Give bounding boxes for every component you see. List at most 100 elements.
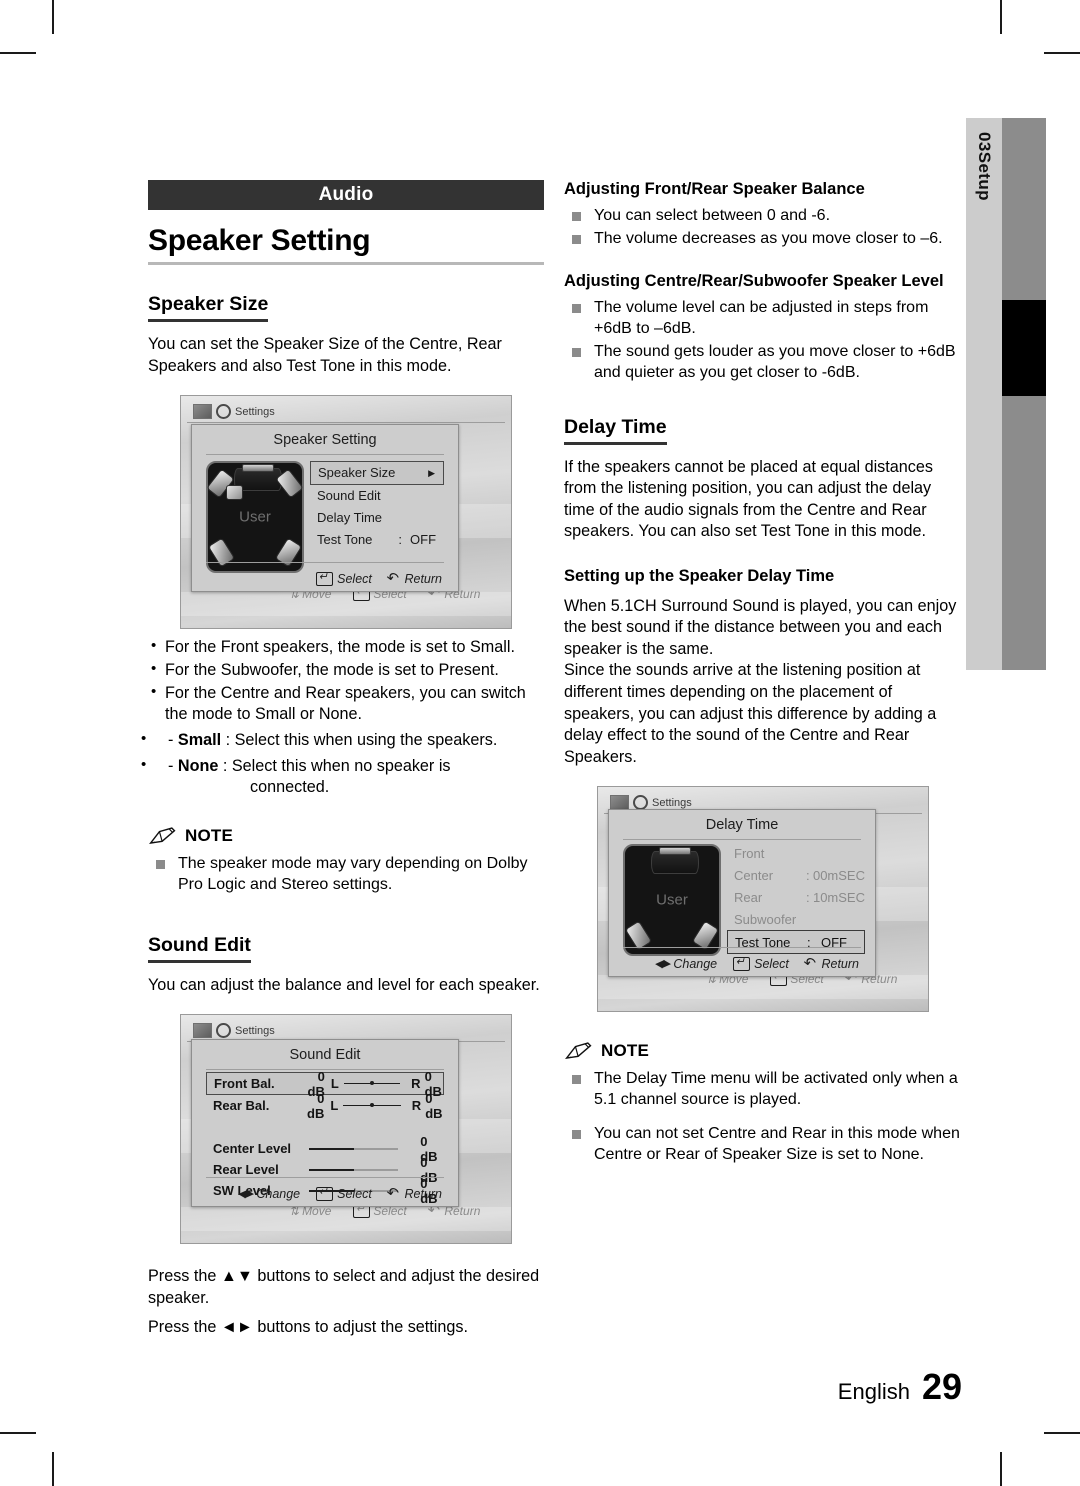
row-right-marker: R xyxy=(411,1076,421,1092)
sound-edit-rows: Front Bal. 0 dB L R 0 dB Rear Bal. 0 dB … xyxy=(206,1069,444,1206)
row-label: Front Bal. xyxy=(214,1076,275,1092)
chevron-right-icon: ▶ xyxy=(428,468,435,479)
footer-change-label: Change xyxy=(673,956,718,971)
option-dash: - xyxy=(168,730,174,749)
row-front[interactable]: Front xyxy=(727,842,865,864)
crop-mark-bottom-right xyxy=(1000,1452,1002,1486)
list-item: For the Centre and Rear speakers, you ca… xyxy=(148,681,544,726)
list-item: You can not set Centre and Rear in this … xyxy=(564,1123,962,1166)
osd-breadcrumb: Settings xyxy=(193,404,275,420)
slider-knob[interactable] xyxy=(370,1103,375,1108)
note-label: NOTE xyxy=(185,826,234,846)
row-subwoofer[interactable]: Subwoofer xyxy=(727,908,865,930)
balance-slider[interactable] xyxy=(343,1103,401,1108)
return-icon: ↷ xyxy=(804,955,818,973)
speaker-setting-dialog: Speaker Setting User Speaker Size ▶ Soun… xyxy=(191,424,459,593)
heading-balance: Adjusting Front/Rear Speaker Balance xyxy=(564,180,865,198)
footer-change[interactable]: ◀▶ Change xyxy=(237,1187,300,1201)
menu-item-delay-time[interactable]: Delay Time xyxy=(310,507,444,529)
chapter-number: 03 xyxy=(975,132,994,152)
return-icon: ↷ xyxy=(387,570,401,588)
slider-fill xyxy=(309,1168,354,1171)
crop-mark-top-left xyxy=(52,0,54,34)
section-banner: Audio xyxy=(148,180,544,210)
dialog-title-divider xyxy=(206,1069,444,1071)
gear-icon xyxy=(633,795,648,811)
thumbnail-icon xyxy=(193,1023,212,1039)
breadcrumb-label: Settings xyxy=(652,796,692,809)
row-center[interactable]: Center : 00mSEC xyxy=(727,864,865,886)
footer-change[interactable]: ◀▶ Change xyxy=(654,957,717,971)
footer-change-label: Change xyxy=(256,1186,301,1201)
footer-select[interactable]: Select xyxy=(316,570,372,586)
level-slider[interactable] xyxy=(309,1147,399,1150)
speaker-room-diagram: User xyxy=(206,461,304,574)
row-center-level[interactable]: Center Level 0 dB xyxy=(206,1134,444,1164)
thumbnail-icon xyxy=(610,795,629,811)
list-item: The volume level can be adjusted in step… xyxy=(564,297,962,340)
dialog-footer: ◀▶ Change Select ↷ Return xyxy=(237,1185,442,1203)
crop-mark-right-top xyxy=(1044,52,1080,54)
level-slider[interactable] xyxy=(309,1168,399,1171)
left-right-icon: ◀▶ xyxy=(237,1188,253,1201)
osd-delay-time-screenshot: Settings ⇅Move Select ↷Return Delay Time… xyxy=(597,786,929,1013)
menu-item-sound-edit[interactable]: Sound Edit xyxy=(310,485,444,507)
osd-breadcrumb: Settings xyxy=(610,795,692,811)
option-text: Select this when no speaker is xyxy=(231,756,451,775)
footer-return[interactable]: ↷ Return xyxy=(387,570,442,588)
page-title: Speaker Setting xyxy=(148,224,371,257)
balance-slider[interactable] xyxy=(343,1081,401,1086)
row-front-balance[interactable]: Front Bal. 0 dB L R 0 dB xyxy=(206,1069,444,1099)
list-item: You can select between 0 and -6. xyxy=(564,205,962,226)
option-term: None xyxy=(177,756,219,775)
row-value: 00mSEC xyxy=(812,867,865,883)
menu-item-label: Delay Time xyxy=(317,510,383,526)
row-right-marker: R xyxy=(411,1098,422,1114)
chapter-name: Setup xyxy=(975,151,994,201)
slider-knob[interactable] xyxy=(370,1081,374,1086)
left-column: Audio Speaker Setting Speaker Size You c… xyxy=(148,180,544,1339)
option-colon: : xyxy=(225,730,231,749)
dialog-title-divider xyxy=(206,454,444,456)
delay-time-intro: If the speakers cannot be placed at equa… xyxy=(564,457,933,541)
footer-return[interactable]: ↷ Return xyxy=(388,1185,442,1202)
row-test-tone[interactable]: Test Tone : OFF xyxy=(727,930,865,955)
footer-select[interactable]: Select xyxy=(733,955,789,971)
row-label: Rear xyxy=(734,889,763,905)
osd-breadcrumb: Settings xyxy=(193,1023,275,1039)
enter-icon xyxy=(316,1185,334,1201)
list-item: For the Subwoofer, the mode is set to Pr… xyxy=(148,659,544,682)
dialog-footer: ◀▶ Change Select ↷ Return xyxy=(654,955,859,973)
balance-list: You can select between 0 and -6. The vol… xyxy=(564,205,962,250)
soundbar-icon xyxy=(242,464,274,473)
dialog-footer-divider xyxy=(623,947,861,949)
row-label: Rear Level xyxy=(213,1162,279,1178)
row-label: Front xyxy=(734,845,765,861)
note-label: NOTE xyxy=(601,1041,650,1061)
footer-return[interactable]: ↷ Return xyxy=(804,955,859,973)
sound-edit-after-2: Press the ◄► buttons to adjust the setti… xyxy=(148,1318,468,1337)
heading-speaker-size: Speaker Size xyxy=(148,293,269,322)
menu-item-value: OFF xyxy=(410,532,437,548)
row-rear-balance[interactable]: Rear Bal. 0 dB L R 0 dB xyxy=(206,1091,444,1121)
speaker-rear-right-icon xyxy=(274,537,303,568)
footer-select[interactable]: Select xyxy=(316,1185,372,1201)
note-list-1: The speaker mode may vary depending on D… xyxy=(148,853,544,896)
menu-item-speaker-size[interactable]: Speaker Size ▶ xyxy=(310,461,444,486)
delay-time-para-2: Since the sounds arrive at the listening… xyxy=(564,661,937,766)
footer-select-label: Select xyxy=(337,1186,372,1201)
crop-mark-right-bottom xyxy=(1044,1432,1080,1434)
option-text: Select this when using the speakers. xyxy=(234,730,498,749)
menu-item-label: Sound Edit xyxy=(317,488,381,504)
menu-item-test-tone[interactable]: Test Tone : OFF xyxy=(310,529,444,551)
osd-breadcrumb-divider xyxy=(187,422,505,424)
row-rear[interactable]: Rear : 10mSEC xyxy=(727,886,865,908)
speaker-setting-menu: Speaker Size ▶ Sound Edit Delay Time Tes… xyxy=(310,461,444,551)
crop-mark-bottom-left xyxy=(52,1452,54,1486)
row-spacer xyxy=(206,1116,444,1138)
option-text-continued: connected. xyxy=(250,778,330,797)
chapter-tab: 03Setup xyxy=(966,118,1002,670)
dialog-footer-divider xyxy=(206,1177,444,1179)
delay-time-dialog: Delay Time User Front Center : 00mSEC Re… xyxy=(608,809,876,978)
dialog-footer: Select ↷ Return xyxy=(316,570,442,588)
